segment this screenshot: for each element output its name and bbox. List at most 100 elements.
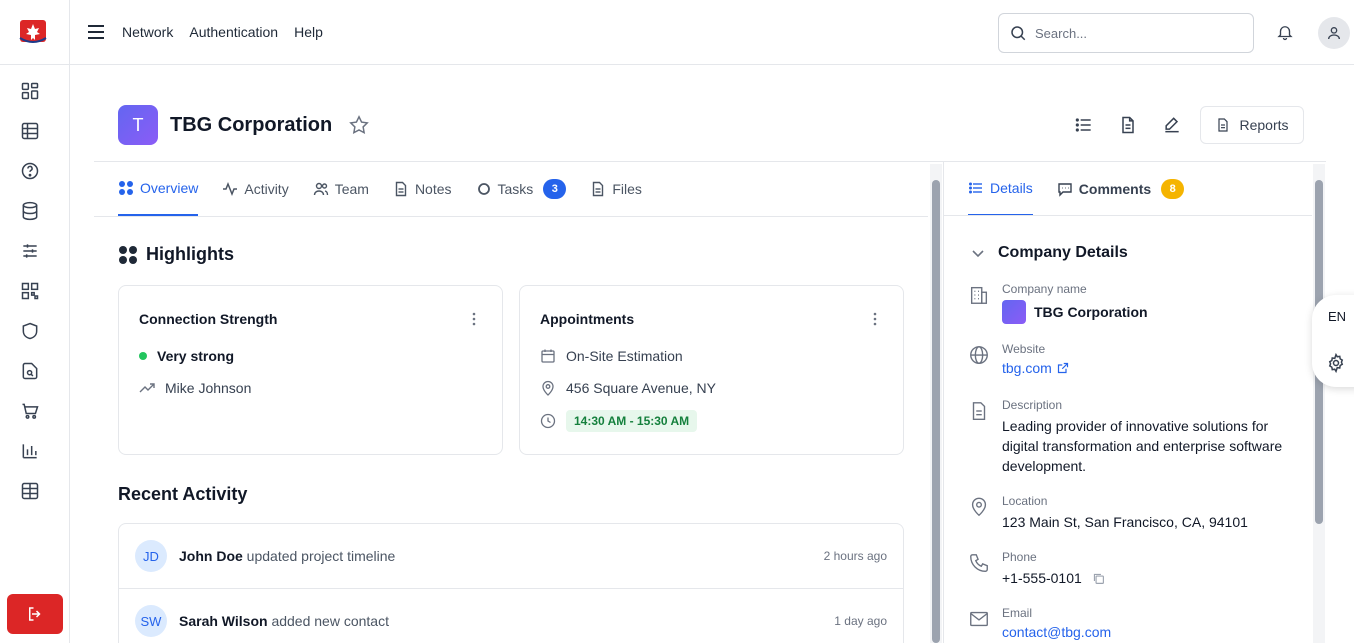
activity-icon [223,181,238,197]
building-icon [970,286,988,304]
company-details-heading[interactable]: Company Details [970,244,1128,262]
connection-person: Mike Johnson [139,380,251,396]
nav-help[interactable]: Help [294,24,323,40]
email-label: Email [1002,606,1033,620]
comment-icon [1058,183,1072,197]
search-icon [1011,26,1026,41]
nav-network[interactable]: Network [122,24,173,40]
tab-team[interactable]: Team [313,162,369,216]
tab-notes[interactable]: Notes [393,162,452,216]
page-title: TBG Corporation [170,113,333,136]
database-icon[interactable] [19,200,41,222]
nav-authentication[interactable]: Authentication [189,24,278,40]
list-item[interactable]: JD John Doe updated project timeline 2 h… [119,524,903,589]
cart-icon[interactable] [19,400,41,422]
list-icon[interactable] [1066,106,1102,144]
table-icon[interactable] [19,120,41,142]
activity-text: Sarah Wilson added new contact [179,613,389,629]
details-scrollbar[interactable] [1313,164,1325,643]
highlights-icon [119,245,137,264]
activity-time: 1 day ago [834,614,887,628]
more-vertical-icon[interactable] [867,311,883,327]
avatar: SW [135,605,167,637]
user-avatar[interactable] [1318,17,1350,49]
tab-comments[interactable]: Comments 8 [1057,162,1185,216]
appointment-address: 456 Square Avenue, NY [540,380,716,396]
connection-person-text[interactable]: Mike Johnson [165,380,251,396]
tab-details-label: Details [990,180,1033,196]
tab-tasks[interactable]: Tasks 3 [476,162,567,216]
activity-user: Sarah Wilson [179,613,268,629]
tab-comments-label: Comments [1078,181,1152,197]
description-field: Description Leading provider of innovati… [968,398,1302,476]
gear-icon[interactable] [1326,352,1346,374]
activity-action: added new contact [271,613,389,629]
top-bar: Network Authentication Help Search... [70,0,1354,65]
shield-icon[interactable] [19,320,41,342]
details-panel: Details Comments 8 Company Details Compa… [943,162,1327,643]
bar-chart-icon[interactable] [19,440,41,462]
highlights-heading: Highlights [118,244,234,265]
list-item[interactable]: SW Sarah Wilson added new contact 1 day … [119,589,903,643]
comments-count-badge: 8 [1161,179,1185,199]
appointment-address-text: 456 Square Avenue, NY [566,380,716,396]
details-tabs: Details Comments 8 [968,162,1185,216]
company-name-value-row: TBG Corporation [1002,300,1148,324]
globe-icon [970,346,988,364]
tabs-divider [94,216,928,217]
phone-value: +1-555-0101 [1002,570,1082,586]
language-button[interactable]: EN [1328,309,1346,324]
list-icon [969,182,982,194]
copy-icon[interactable] [1092,572,1105,585]
appointment-time-pill: 14:30 AM - 15:30 AM [566,410,698,432]
website-link[interactable]: tbg.com [1002,360,1069,376]
sidebar [0,0,70,643]
main-tabs: Overview Activity Team Notes Tasks 3 Fil… [118,162,642,216]
tab-activity[interactable]: Activity [222,162,289,216]
bell-icon[interactable] [1276,23,1294,41]
tab-details[interactable]: Details [968,162,1033,216]
help-icon[interactable] [19,160,41,182]
tab-team-label: Team [334,181,369,197]
connection-status-text: Very strong [157,348,235,364]
external-link-icon [1057,362,1068,374]
qr-code-icon[interactable] [19,280,41,302]
activity-action: updated project timeline [246,548,396,564]
company-details-title: Company Details [998,244,1128,261]
appointment-event-text: On-Site Estimation [566,348,683,364]
edit-icon[interactable] [1154,106,1190,144]
scrollbar-thumb[interactable] [932,180,940,643]
menu-icon[interactable] [86,22,106,42]
tab-overview[interactable]: Overview [118,162,199,216]
activity-list: JD John Doe updated project timeline 2 h… [118,523,904,643]
reports-button[interactable]: Reports [1200,106,1304,144]
file-search-icon[interactable] [19,360,41,382]
main-scrollbar[interactable] [930,164,942,643]
tab-files[interactable]: Files [590,162,642,216]
document-icon[interactable] [1110,106,1146,144]
phone-value-row: +1-555-0101 [1002,568,1105,588]
search-input[interactable]: Search... [998,13,1254,53]
tasks-icon [477,183,490,195]
sliders-icon[interactable] [19,240,41,262]
grid-icon[interactable] [19,480,41,502]
star-icon[interactable] [348,114,370,136]
company-name-field: Company name TBG Corporation [968,282,1148,324]
logout-button[interactable] [7,594,63,634]
activity-user: John Doe [179,548,243,564]
recent-activity-heading: Recent Activity [118,484,248,504]
connection-title: Connection Strength [139,311,278,327]
website-label: Website [1002,342,1046,356]
app-logo[interactable] [16,16,50,48]
location-label: Location [1002,494,1048,508]
dashboard-icon[interactable] [19,80,41,102]
details-tabs-divider [944,215,1312,216]
location-value: 123 Main St, San Francisco, CA, 94101 [1002,514,1248,530]
search-placeholder: Search... [1035,25,1088,41]
clock-icon [540,413,556,429]
appointment-event: On-Site Estimation [540,348,683,364]
tab-activity-label: Activity [244,181,289,197]
email-link[interactable]: contact@tbg.com [1002,624,1111,640]
notes-icon [395,181,407,197]
more-vertical-icon[interactable] [466,311,482,327]
